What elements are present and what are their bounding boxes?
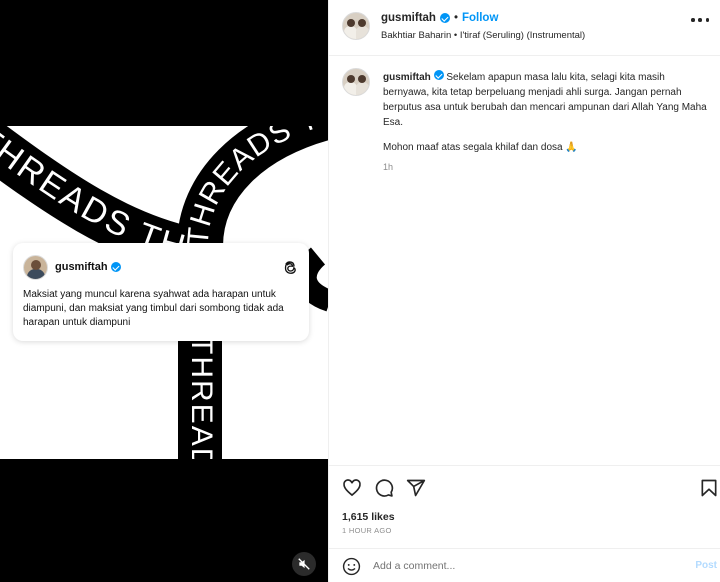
caption-avatar[interactable] (342, 68, 370, 96)
verified-badge-icon (433, 70, 444, 80)
card-username: gusmiftah (55, 261, 121, 273)
author-avatar[interactable] (342, 12, 370, 40)
card-avatar (23, 255, 48, 280)
caption-timestamp: 1h (383, 162, 394, 172)
emoji-icon[interactable] (342, 557, 361, 576)
author-line: gusmiftah • Follow (381, 12, 498, 24)
author-username[interactable]: gusmiftah (381, 12, 436, 24)
verified-badge-icon (110, 262, 121, 272)
save-bookmark-icon[interactable] (699, 478, 719, 498)
action-bar (329, 465, 720, 509)
verified-badge-icon (439, 13, 450, 23)
speaker-muted-icon (298, 558, 310, 570)
caption-body: Sekelam apapun masa lalu kita, selagi ki… (383, 72, 707, 128)
caption-line-2: Mohon maaf atas segala khilaf dan dosa 🙏 (383, 142, 578, 153)
likes-count[interactable]: 1,615 likes (342, 511, 395, 523)
mute-toggle-button[interactable] (292, 552, 316, 576)
comment-input[interactable] (373, 558, 673, 574)
like-heart-icon[interactable] (342, 478, 362, 498)
threads-icon (284, 261, 296, 274)
follow-button[interactable]: Follow (462, 12, 498, 24)
separator-dot: • (453, 12, 458, 24)
post-media[interactable]: THREADS THREADS THREADS THREADS THREADS … (0, 0, 328, 582)
post-timestamp: 1 HOUR AGO (342, 526, 392, 535)
more-options-icon[interactable] (691, 18, 709, 22)
caption-text: gusmiftah Sekelam apapun masa lalu kita,… (383, 70, 713, 130)
comment-icon[interactable] (374, 478, 394, 498)
comment-bar: Post (329, 548, 720, 582)
audio-track-link[interactable]: Bakhtiar Baharin • I'tiraf (Seruling) (I… (381, 30, 585, 41)
threads-quote-card: gusmiftah Maksiat yang muncul karena sya… (13, 243, 309, 341)
post-comment-button[interactable]: Post (695, 560, 717, 571)
post-details-panel: gusmiftah • Follow Bakhtiar Baharin • I'… (328, 0, 720, 582)
post-header: gusmiftah • Follow Bakhtiar Baharin • I'… (329, 0, 720, 56)
card-quote-text: Maksiat yang muncul karena syahwat ada h… (23, 289, 284, 328)
caption-username[interactable]: gusmiftah (383, 72, 431, 83)
video-frame[interactable]: THREADS THREADS THREADS THREADS THREADS … (0, 126, 328, 459)
card-username-text: gusmiftah (55, 261, 108, 273)
share-send-icon[interactable] (406, 478, 426, 498)
